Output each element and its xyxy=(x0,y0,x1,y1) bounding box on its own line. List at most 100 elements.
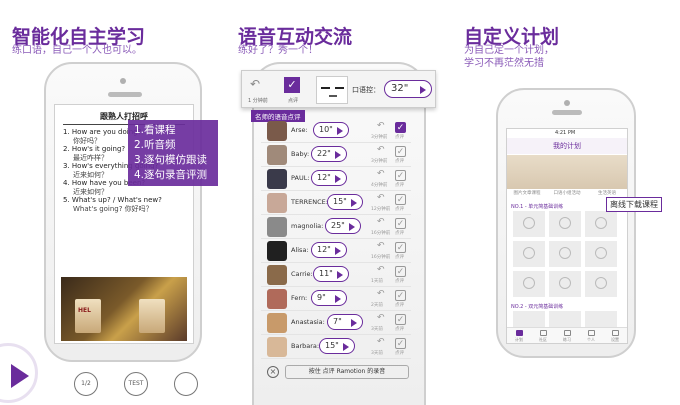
duration-pill[interactable]: 9" xyxy=(311,290,347,306)
undo-icon[interactable]: ↶ xyxy=(377,241,385,251)
headphones-icon[interactable] xyxy=(174,372,198,396)
nav-plan[interactable]: 计划 xyxy=(507,328,531,343)
speed-pill[interactable]: 32" xyxy=(384,80,432,98)
check-caption: 点评 xyxy=(395,183,404,188)
check-icon[interactable]: ✓ xyxy=(395,266,406,277)
close-icon[interactable]: × xyxy=(267,366,279,378)
duration-pill[interactable]: 11" xyxy=(313,266,349,282)
course-tile[interactable] xyxy=(585,311,617,327)
course-tile[interactable] xyxy=(549,211,581,237)
course-tile[interactable] xyxy=(513,271,545,297)
check-icon[interactable]: ✓ xyxy=(395,314,406,325)
avatar xyxy=(267,217,287,237)
time-ago: 2天前 xyxy=(371,303,383,308)
course-tile[interactable] xyxy=(585,211,617,237)
duration-pill[interactable]: 7" xyxy=(327,314,363,330)
sentence-repeat-icon[interactable]: 1/2 xyxy=(74,372,98,396)
check-icon[interactable]: ✓ xyxy=(395,194,406,205)
duration-pill[interactable]: 22" xyxy=(311,146,347,162)
course-tile[interactable] xyxy=(513,211,545,237)
list-item[interactable]: magnolia: 25" ↶ 16分钟前 ✓ 点评 xyxy=(261,215,411,239)
list-item[interactable]: Barbara: 15" ↶ 3天前 ✓ 点评 xyxy=(261,335,411,359)
list-item[interactable]: Anastasia: 7" ↶ 3天前 ✓ 点评 xyxy=(261,311,411,335)
cup-image: HEL xyxy=(75,299,101,333)
undo-icon[interactable]: ↶ xyxy=(250,77,272,91)
check-icon[interactable]: ✓ xyxy=(395,242,406,253)
course-tile[interactable] xyxy=(585,271,617,297)
check-icon[interactable]: ✓ xyxy=(395,122,406,133)
settings-icon xyxy=(611,330,619,336)
undo-icon[interactable]: ↶ xyxy=(377,217,385,227)
check-caption: 点评 xyxy=(395,135,404,140)
list-item[interactable]: TERRENCE: 15" ↶ 12分钟前 ✓ 点评 xyxy=(261,191,411,215)
test-icon[interactable]: TEST xyxy=(124,372,148,396)
lock-icon xyxy=(523,277,535,289)
plan-icon xyxy=(515,330,523,336)
nav-settings[interactable]: 设置 xyxy=(603,328,627,343)
undo-icon[interactable]: ↶ xyxy=(377,145,385,155)
avatar xyxy=(267,265,287,285)
undo-icon[interactable]: ↶ xyxy=(377,169,385,179)
nav-practice[interactable]: 练习 xyxy=(555,328,579,343)
course-tile[interactable] xyxy=(513,311,545,327)
play-icon xyxy=(351,318,357,327)
duration-pill[interactable]: 25" xyxy=(325,218,361,234)
check-icon[interactable]: ✓ xyxy=(395,218,406,229)
check-icon[interactable]: ✓ xyxy=(395,170,406,181)
play-icon xyxy=(11,364,29,388)
camera xyxy=(120,78,126,84)
list-item[interactable]: PAUL: 12" ↶ 4分钟前 ✓ 点评 xyxy=(261,167,411,191)
user-name: Carrie: xyxy=(291,270,313,278)
duration-pill[interactable]: 15" xyxy=(327,194,363,210)
hold-to-review-button[interactable]: 按住 点评 Ramotion 的录音 xyxy=(285,365,409,379)
speaker xyxy=(108,92,142,97)
check-icon[interactable]: ✓ xyxy=(395,146,406,157)
course-tile[interactable] xyxy=(549,241,581,267)
list-item[interactable]: Alisa: 12" ↶ 16分钟前 ✓ 点评 xyxy=(261,239,411,263)
lesson-line[interactable]: 5. What's up? / What's new? xyxy=(55,196,193,205)
course-tile[interactable] xyxy=(585,241,617,267)
course-tile[interactable] xyxy=(549,311,581,327)
undo-icon[interactable]: ↶ xyxy=(377,121,385,131)
play-button[interactable] xyxy=(0,343,38,403)
undo-icon[interactable]: ↶ xyxy=(377,313,385,323)
tab-item[interactable]: 图片文章课程 xyxy=(507,189,547,199)
panel1-subtitle: 练口语，自己一个人也可以。 xyxy=(12,45,142,56)
plan-section-title: NO.2 - 双元简基础训练 xyxy=(511,304,564,310)
course-tile[interactable] xyxy=(549,271,581,297)
list-item[interactable]: Baby: 22" ↶ 3分钟前 ✓ 点评 xyxy=(261,143,411,167)
duration-pill[interactable]: 10" xyxy=(313,122,349,138)
user-name: Anastasia: xyxy=(291,318,325,326)
face-eye xyxy=(335,87,344,89)
avatar xyxy=(267,193,287,213)
check-label: 点评 xyxy=(288,98,299,104)
duration-pill[interactable]: 12" xyxy=(311,242,347,258)
check-icon[interactable]: ✓ xyxy=(395,290,406,301)
avatar xyxy=(267,121,287,141)
undo-icon[interactable]: ↶ xyxy=(377,337,385,347)
tab-item[interactable]: 口语小组活动 xyxy=(547,189,587,199)
status-time: 4:21 PM xyxy=(555,130,576,136)
list-item[interactable]: Fern: 9" ↶ 2天前 ✓ 点评 xyxy=(261,287,411,311)
undo-icon[interactable]: ↶ xyxy=(377,193,385,203)
check-icon[interactable]: ✓ xyxy=(395,338,406,349)
nav-community[interactable]: 社区 xyxy=(531,328,555,343)
check-icon[interactable]: ✓ xyxy=(284,77,300,93)
time-ago: 16分钟前 xyxy=(371,231,391,236)
play-icon xyxy=(335,246,341,255)
time-ago: 1天前 xyxy=(371,279,383,284)
undo-icon[interactable]: ↶ xyxy=(377,265,385,275)
play-icon xyxy=(337,270,343,279)
play-icon xyxy=(349,222,355,231)
time-ago: 3分钟前 xyxy=(371,159,388,164)
nav-profile[interactable]: 个人 xyxy=(579,328,603,343)
avatar xyxy=(267,169,287,189)
face-avatar xyxy=(316,76,348,104)
list-item[interactable]: Arse: 10" ↶ 3分钟前 ✓ 点评 xyxy=(261,119,411,143)
duration-pill[interactable]: 15" xyxy=(319,338,355,354)
duration-pill[interactable]: 12" xyxy=(311,170,347,186)
check-caption: 点评 xyxy=(395,327,404,332)
undo-icon[interactable]: ↶ xyxy=(377,289,385,299)
list-item[interactable]: Carrie: 11" ↶ 1天前 ✓ 点评 xyxy=(261,263,411,287)
course-tile[interactable] xyxy=(513,241,545,267)
